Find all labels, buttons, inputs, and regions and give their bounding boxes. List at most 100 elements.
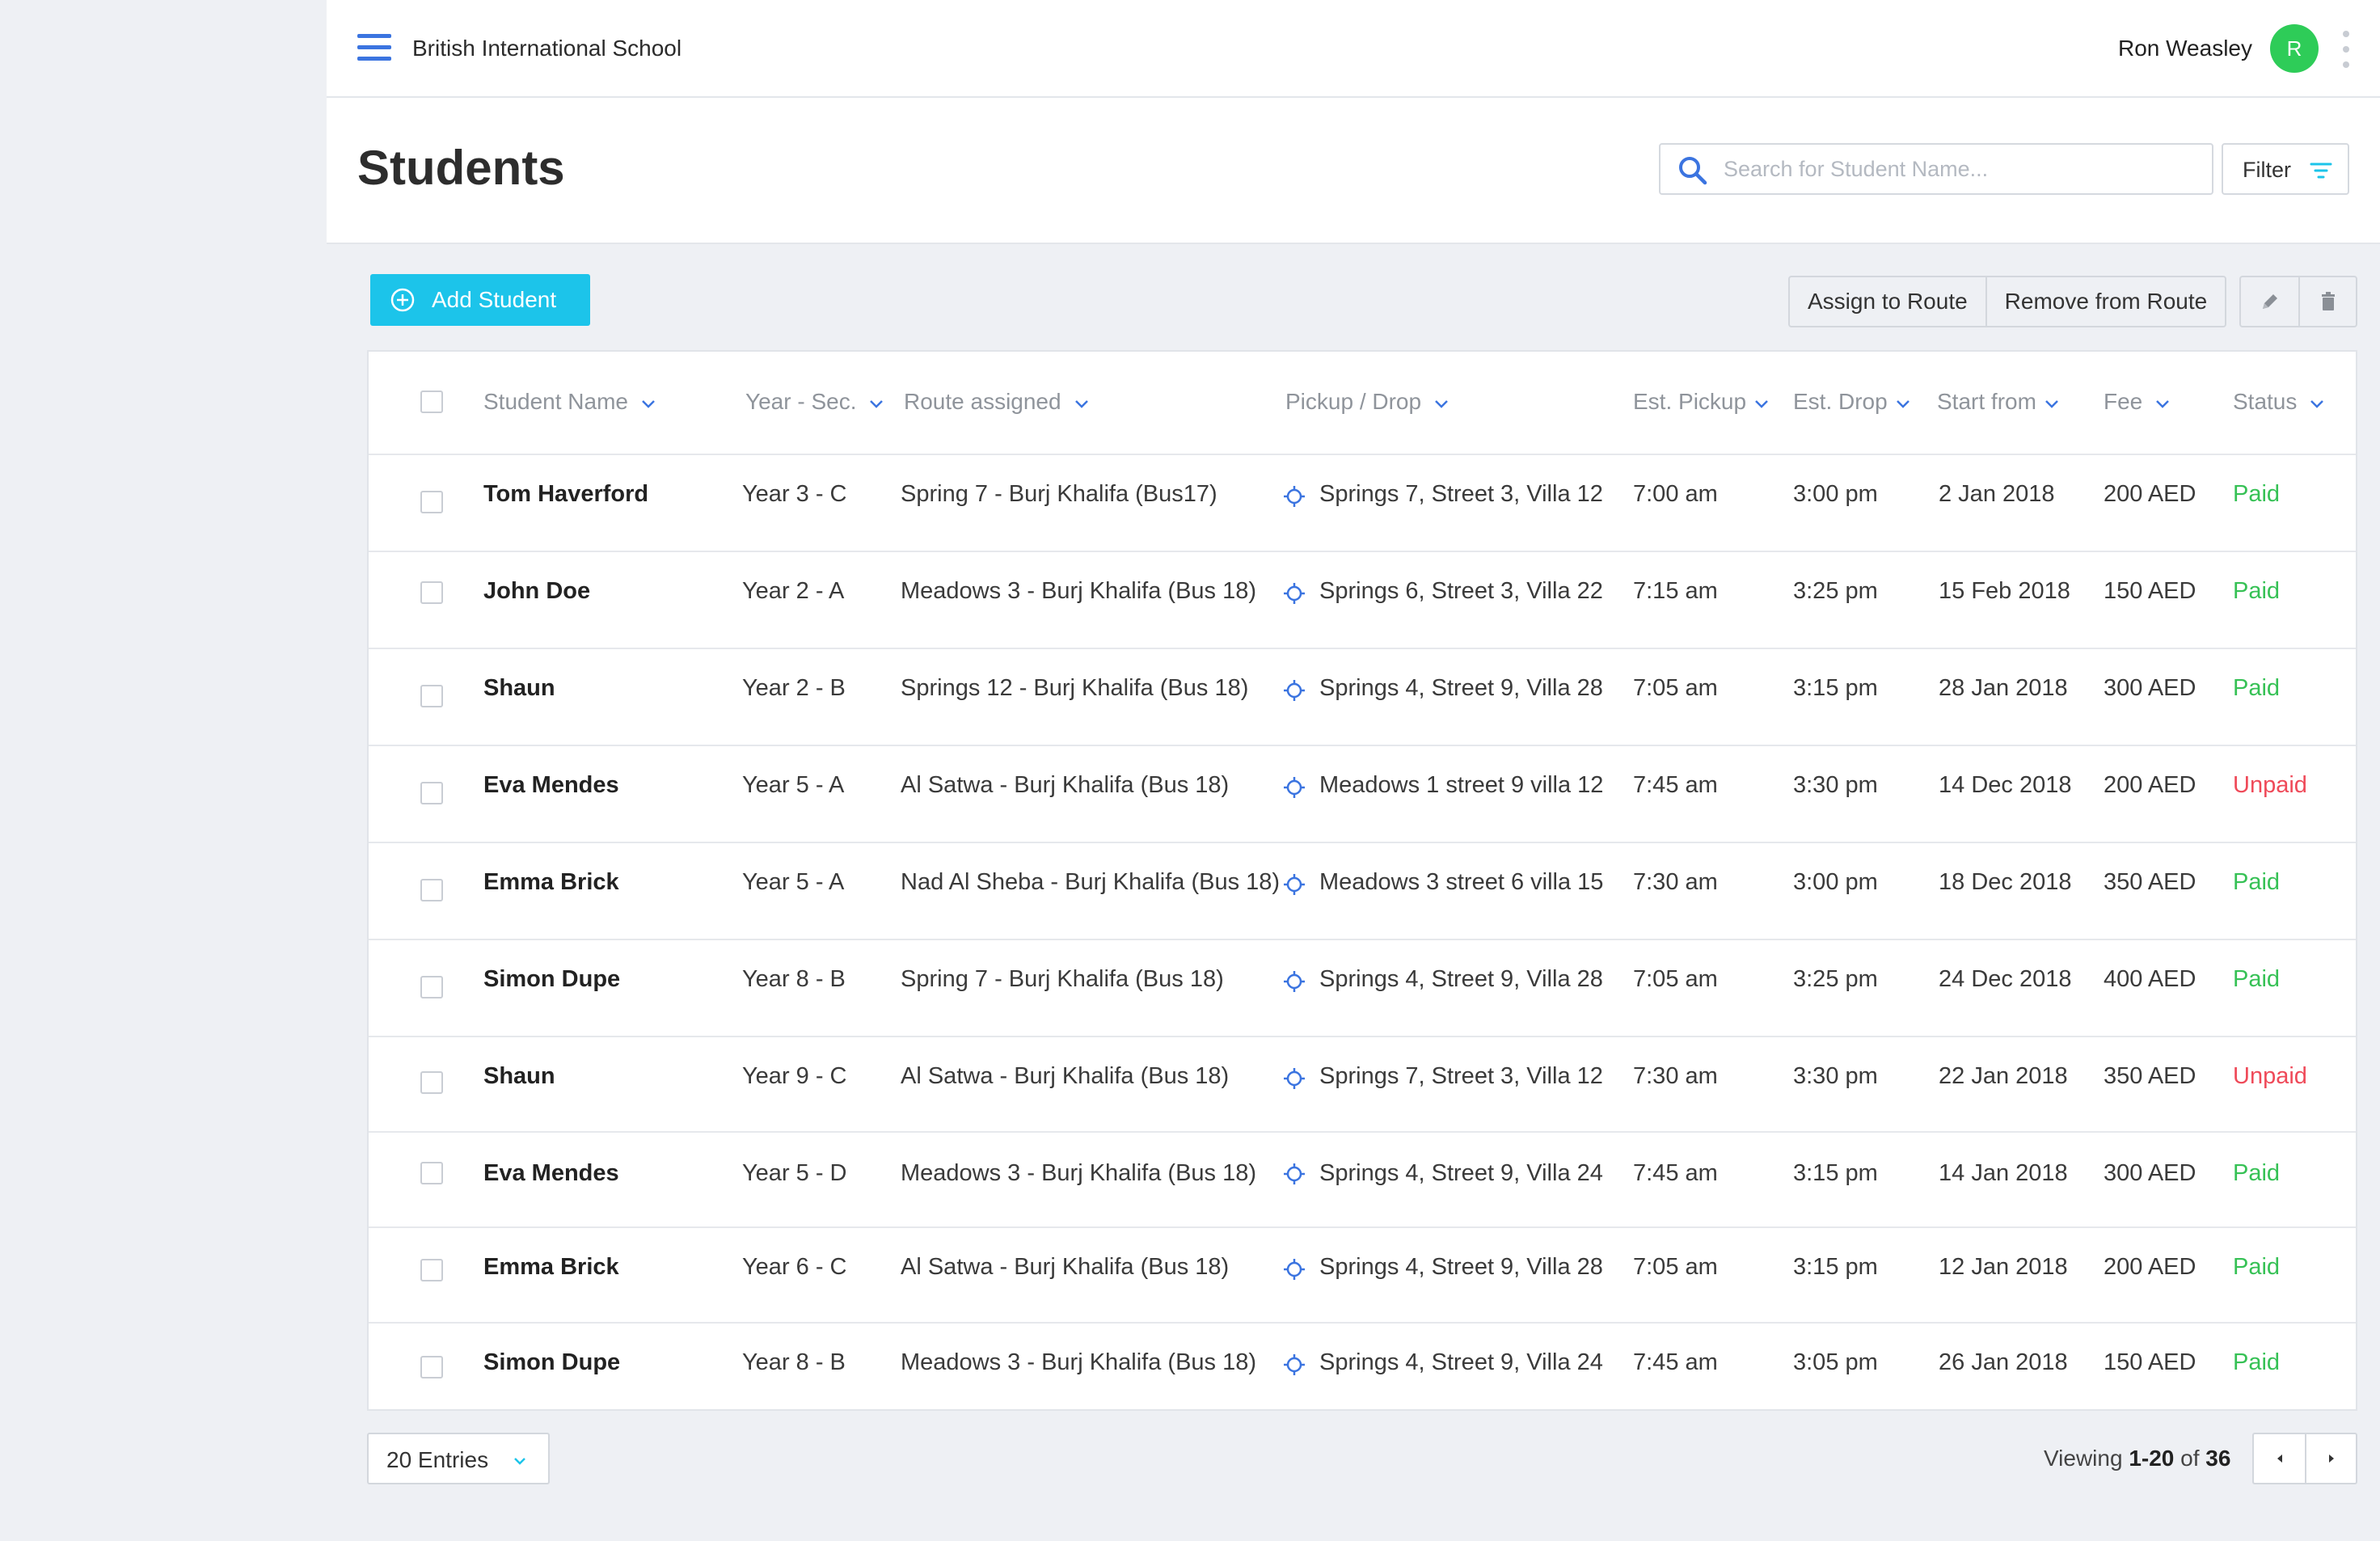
next-page-button[interactable] bbox=[2305, 1434, 2356, 1483]
delete-button[interactable] bbox=[2298, 277, 2356, 326]
add-student-button[interactable]: Add Student bbox=[370, 274, 590, 326]
select-all-checkbox[interactable] bbox=[420, 391, 443, 413]
status-badge: Paid bbox=[2233, 966, 2281, 992]
location-pin-icon bbox=[1284, 1163, 1305, 1184]
column-header-fee[interactable]: Fee bbox=[2104, 389, 2171, 415]
route-assigned: Springs 12 - Burj Khalifa (Bus 18) bbox=[901, 675, 1249, 701]
fee: 200 AED bbox=[2104, 772, 2196, 798]
table-row[interactable]: Simon Dupe Year 8 - B Meadows 3 - Burj K… bbox=[369, 1324, 2356, 1419]
column-header-year-sec[interactable]: Year - Sec. bbox=[745, 389, 885, 415]
start-from: 28 Jan 2018 bbox=[1939, 675, 2068, 701]
table-row[interactable]: Shaun Year 2 - B Springs 12 - Burj Khali… bbox=[369, 649, 2356, 746]
location-pin-icon bbox=[1284, 1259, 1305, 1280]
status-badge: Paid bbox=[2233, 578, 2281, 604]
row-checkbox[interactable] bbox=[420, 782, 443, 804]
avatar[interactable]: R bbox=[2270, 24, 2319, 73]
fee: 300 AED bbox=[2104, 1160, 2196, 1186]
est-pickup: 7:45 am bbox=[1633, 772, 1718, 798]
student-name: Shaun bbox=[483, 1063, 555, 1089]
est-drop: 3:30 pm bbox=[1793, 1063, 1878, 1089]
est-pickup: 7:05 am bbox=[1633, 675, 1718, 701]
status-badge: Unpaid bbox=[2233, 1063, 2307, 1089]
location-pin-icon bbox=[1284, 486, 1305, 507]
search-box[interactable] bbox=[1659, 143, 2213, 195]
table-row[interactable]: Simon Dupe Year 8 - B Spring 7 - Burj Kh… bbox=[369, 940, 2356, 1037]
fee: 400 AED bbox=[2104, 966, 2196, 992]
column-header-est-pickup[interactable]: Est. Pickup bbox=[1633, 389, 1770, 415]
est-pickup: 7:30 am bbox=[1633, 869, 1718, 895]
user-name[interactable]: Ron Weasley bbox=[2118, 36, 2252, 61]
table-row[interactable]: Emma Brick Year 5 - A Nad Al Sheba - Bur… bbox=[369, 843, 2356, 940]
location-pin-icon bbox=[1284, 1068, 1305, 1089]
fee: 150 AED bbox=[2104, 578, 2196, 604]
row-checkbox[interactable] bbox=[420, 1162, 443, 1184]
table-row[interactable]: Shaun Year 9 - C Al Satwa - Burj Khalifa… bbox=[369, 1037, 2356, 1133]
chevron-down-icon bbox=[2156, 399, 2170, 408]
year-section: Year 3 - C bbox=[742, 481, 847, 507]
more-options-icon[interactable] bbox=[2341, 31, 2351, 68]
row-checkbox[interactable] bbox=[420, 491, 443, 513]
student-name: Emma Brick bbox=[483, 1254, 619, 1280]
row-checkbox[interactable] bbox=[420, 976, 443, 998]
student-name: Eva Mendes bbox=[483, 1160, 619, 1186]
filter-icon bbox=[2310, 163, 2332, 179]
est-drop: 3:15 pm bbox=[1793, 1254, 1878, 1280]
students-table: Student Name Year - Sec. Route assigned … bbox=[367, 350, 2357, 1411]
pickup-drop: Springs 7, Street 3, Villa 12 bbox=[1319, 481, 1603, 507]
route-assigned: Al Satwa - Burj Khalifa (Bus 18) bbox=[901, 1254, 1230, 1280]
column-header-pickup-drop[interactable]: Pickup / Drop bbox=[1285, 389, 1450, 415]
column-header-est-drop[interactable]: Est. Drop bbox=[1793, 389, 1912, 415]
edit-button[interactable] bbox=[2241, 277, 2298, 326]
route-assigned: Meadows 3 - Burj Khalifa (Bus 18) bbox=[901, 1349, 1257, 1375]
start-from: 14 Dec 2018 bbox=[1939, 772, 2072, 798]
table-row[interactable]: Tom Haverford Year 3 - C Spring 7 - Burj… bbox=[369, 455, 2356, 552]
table-row[interactable]: Eva Mendes Year 5 - D Meadows 3 - Burj K… bbox=[369, 1133, 2356, 1228]
school-name: British International School bbox=[412, 36, 682, 61]
chevron-down-icon bbox=[1435, 399, 1448, 408]
table-row[interactable]: John Doe Year 2 - A Meadows 3 - Burj Kha… bbox=[369, 552, 2356, 649]
student-name: Emma Brick bbox=[483, 869, 619, 895]
remove-from-route-button[interactable]: Remove from Route bbox=[1985, 277, 2226, 326]
year-section: Year 2 - A bbox=[742, 578, 845, 604]
column-header-route-assigned[interactable]: Route assigned bbox=[904, 389, 1091, 415]
row-checkbox[interactable] bbox=[420, 581, 443, 604]
assign-to-route-button[interactable]: Assign to Route bbox=[1790, 277, 1985, 326]
start-from: 18 Dec 2018 bbox=[1939, 869, 2072, 895]
entries-per-page-select[interactable]: 20 Entries bbox=[367, 1433, 550, 1484]
start-from: 24 Dec 2018 bbox=[1939, 966, 2072, 992]
column-header-student-name[interactable]: Student Name bbox=[483, 389, 657, 415]
page-title: Students bbox=[357, 141, 565, 195]
filter-button[interactable]: Filter bbox=[2222, 143, 2349, 195]
route-assigned: Nad Al Sheba - Burj Khalifa (Bus 18) bbox=[901, 869, 1281, 895]
previous-page-button[interactable] bbox=[2254, 1434, 2305, 1483]
row-checkbox[interactable] bbox=[420, 1356, 443, 1378]
student-name: Simon Dupe bbox=[483, 966, 621, 992]
status-badge: Paid bbox=[2233, 869, 2281, 895]
row-checkbox[interactable] bbox=[420, 1259, 443, 1281]
table-row[interactable]: Eva Mendes Year 5 - A Al Satwa - Burj Kh… bbox=[369, 746, 2356, 843]
trash-icon bbox=[2321, 292, 2335, 310]
table-row[interactable]: Emma Brick Year 6 - C Al Satwa - Burj Kh… bbox=[369, 1228, 2356, 1324]
entries-label: 20 Entries bbox=[386, 1447, 489, 1472]
column-header-start-from[interactable]: Start from bbox=[1937, 389, 2061, 415]
search-input[interactable] bbox=[1724, 151, 2192, 187]
status-badge: Paid bbox=[2233, 1349, 2281, 1375]
pickup-drop: Meadows 3 street 6 villa 15 bbox=[1319, 869, 1604, 895]
chevron-down-icon bbox=[2310, 399, 2324, 408]
row-checkbox[interactable] bbox=[420, 685, 443, 707]
student-name: Simon Dupe bbox=[483, 1349, 621, 1375]
student-name: Tom Haverford bbox=[483, 481, 649, 507]
left-rail bbox=[0, 0, 327, 1541]
location-pin-icon bbox=[1284, 1354, 1305, 1375]
table-body: Tom Haverford Year 3 - C Spring 7 - Burj… bbox=[369, 455, 2356, 1419]
hamburger-menu-icon[interactable] bbox=[357, 34, 391, 63]
fee: 200 AED bbox=[2104, 481, 2196, 507]
row-checkbox[interactable] bbox=[420, 879, 443, 901]
location-pin-icon bbox=[1284, 971, 1305, 992]
row-checkbox[interactable] bbox=[420, 1071, 443, 1094]
route-actions: Assign to Route Remove from Route bbox=[1788, 276, 2227, 327]
pickup-drop: Springs 4, Street 9, Villa 28 bbox=[1319, 675, 1603, 701]
start-from: 2 Jan 2018 bbox=[1939, 481, 2055, 507]
column-header-status[interactable]: Status bbox=[2233, 389, 2326, 415]
location-pin-icon bbox=[1284, 874, 1305, 895]
